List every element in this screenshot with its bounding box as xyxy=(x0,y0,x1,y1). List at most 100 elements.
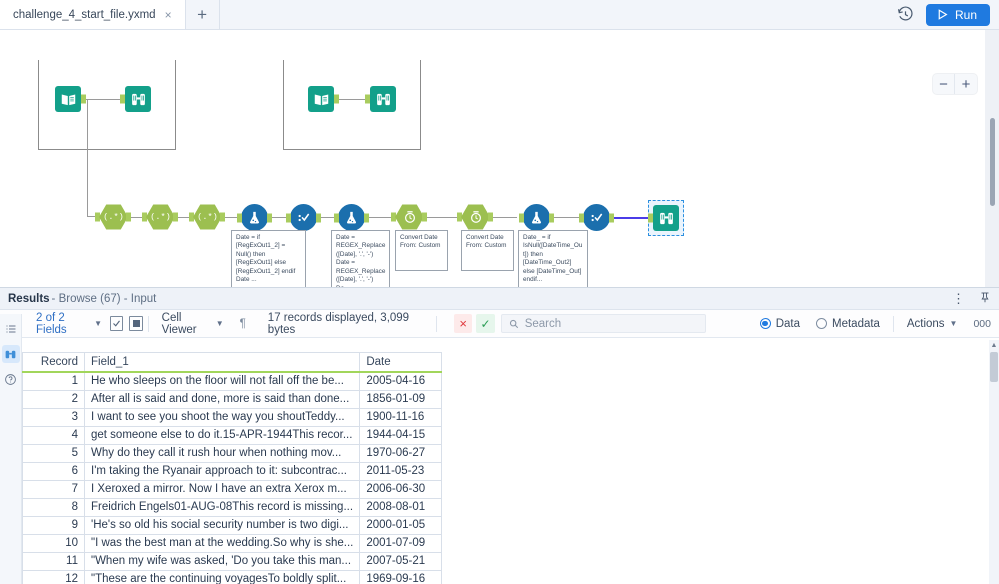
table-cell-date[interactable]: 1944-04-15 xyxy=(359,425,443,445)
tool-container-2[interactable] xyxy=(283,60,421,150)
table-row[interactable]: 2 After all is said and done, more is sai… xyxy=(22,389,443,409)
table-row[interactable]: 11 "When my wife was asked, 'Do you take … xyxy=(22,551,443,571)
table-cell-field-1[interactable]: He who sleeps on the floor will not fall… xyxy=(83,371,361,391)
run-button[interactable]: Run xyxy=(925,3,990,26)
scroll-up-arrow[interactable]: ▲ xyxy=(989,340,999,350)
input-port[interactable] xyxy=(519,213,524,222)
pin-icon[interactable] xyxy=(979,291,991,307)
table-cell-field-1[interactable]: Freidrich Engels01-AUG-08This record is … xyxy=(83,497,361,517)
tool-datetime-1[interactable] xyxy=(391,204,427,230)
table-cell-field-1[interactable]: Why do they call it rush hour when nothi… xyxy=(83,443,361,463)
clear-search-button[interactable]: × xyxy=(453,314,473,333)
column-header-record[interactable]: Record xyxy=(22,352,85,373)
table-cell-date[interactable]: 2000-01-05 xyxy=(359,515,443,535)
tool-regex-3[interactable]: (.*) xyxy=(189,204,225,230)
fields-selector[interactable]: 2 of 2 Fields ▼ xyxy=(28,312,110,336)
output-port[interactable] xyxy=(173,212,178,222)
zoom-in-button[interactable]: + xyxy=(955,74,977,94)
table-cell-field-1[interactable]: 'He's so old his social security number … xyxy=(83,515,361,535)
tab-challenge-file[interactable]: challenge_4_start_file.yxmd × xyxy=(0,0,186,29)
tool-browse-selected[interactable] xyxy=(648,205,679,231)
output-port[interactable] xyxy=(334,94,339,104)
column-header-field-1[interactable]: Field_1 xyxy=(83,352,361,373)
output-port[interactable] xyxy=(364,213,369,222)
table-cell-record[interactable]: 2 xyxy=(22,389,85,409)
history-icon[interactable] xyxy=(897,6,914,23)
new-tab-button[interactable]: + xyxy=(185,0,220,29)
column-header-date[interactable]: Date xyxy=(359,352,443,373)
zoom-out-button[interactable]: − xyxy=(933,74,955,94)
table-cell-field-1[interactable]: "When my wife was asked, 'Do you take th… xyxy=(83,551,361,571)
table-cell-record[interactable]: 10 xyxy=(22,533,85,553)
output-port[interactable] xyxy=(549,213,554,222)
deselect-all-fields-button[interactable] xyxy=(129,316,143,331)
search-input[interactable]: Search xyxy=(500,314,706,333)
tool-datetime-2[interactable] xyxy=(457,204,493,230)
actions-menu[interactable]: Actions ▼ xyxy=(899,318,966,330)
table-cell-date[interactable]: 2005-04-16 xyxy=(359,371,443,391)
input-port[interactable] xyxy=(648,213,653,223)
tool-formula-3[interactable] xyxy=(519,204,554,231)
table-row[interactable]: 5 Why do they call it rush hour when noth… xyxy=(22,443,443,463)
pilcrow-toggle[interactable]: ¶ xyxy=(232,318,254,330)
table-cell-field-1[interactable]: After all is said and done, more is said… xyxy=(83,389,361,409)
results-table-container[interactable]: Record Field_1 Date 1 He who sleeps on th… xyxy=(22,352,989,584)
input-port[interactable] xyxy=(286,213,291,222)
table-cell-record[interactable]: 11 xyxy=(22,551,85,571)
tool-select-2[interactable] xyxy=(579,204,614,231)
table-cell-date[interactable]: 2008-08-01 xyxy=(359,497,443,517)
output-port[interactable] xyxy=(267,213,272,222)
browse-icon[interactable] xyxy=(1,345,20,363)
input-port[interactable] xyxy=(579,213,584,222)
table-cell-record[interactable]: 4 xyxy=(22,425,85,445)
input-port[interactable] xyxy=(334,213,339,222)
tool-regex-1[interactable]: (.*) xyxy=(95,204,131,230)
table-row[interactable]: 4 get someone else to do it.15-APR-1944Th… xyxy=(22,425,443,445)
table-row[interactable]: 6 I'm taking the Ryanair approach to it: … xyxy=(22,461,443,481)
table-cell-record[interactable]: 1 xyxy=(22,371,85,391)
cell-viewer-selector[interactable]: Cell Viewer ▼ xyxy=(154,312,232,336)
results-vertical-scrollbar[interactable]: ▲ xyxy=(989,340,999,584)
table-cell-date[interactable]: 1969-09-16 xyxy=(359,569,443,584)
table-cell-field-1[interactable]: I'm taking the Ryanair approach to it: s… xyxy=(83,461,361,481)
table-cell-date[interactable]: 2006-06-30 xyxy=(359,479,443,499)
apply-search-button[interactable]: ✓ xyxy=(476,314,495,333)
select-all-fields-button[interactable] xyxy=(110,316,124,331)
tool-input-data-1[interactable] xyxy=(55,86,86,112)
table-cell-record[interactable]: 5 xyxy=(22,443,85,463)
table-row[interactable]: 3I want to see you shoot the way you sho… xyxy=(22,407,443,427)
table-row[interactable]: 12 "These are the continuing voyagesTo bo… xyxy=(22,569,443,584)
tool-browse-2[interactable] xyxy=(365,86,396,112)
output-port[interactable] xyxy=(220,212,225,222)
table-cell-record[interactable]: 8 xyxy=(22,497,85,517)
table-cell-field-1[interactable]: get someone else to do it.15-APR-1944Thi… xyxy=(83,425,361,445)
tab-close-icon[interactable]: × xyxy=(163,8,174,22)
tool-formula-1[interactable] xyxy=(237,204,272,231)
table-cell-date[interactable]: 1856-01-09 xyxy=(359,389,443,409)
table-cell-record[interactable]: 9 xyxy=(22,515,85,535)
table-cell-record[interactable]: 12 xyxy=(22,569,85,584)
table-row[interactable]: 1 He who sleeps on the floor will not fal… xyxy=(22,371,443,391)
canvas-vertical-scrollbar[interactable] xyxy=(989,36,996,281)
output-port[interactable] xyxy=(488,212,493,222)
metadata-radio-option[interactable]: Metadata xyxy=(808,318,888,330)
table-view-icon[interactable] xyxy=(2,320,20,338)
table-row[interactable]: 10 "I was the best man at the wedding.So … xyxy=(22,533,443,553)
tool-select-1[interactable] xyxy=(286,204,321,231)
input-port[interactable] xyxy=(120,94,125,104)
data-radio-option[interactable]: Data xyxy=(752,318,808,330)
table-cell-date[interactable]: 2001-07-09 xyxy=(359,533,443,553)
table-cell-date[interactable]: 1970-06-27 xyxy=(359,443,443,463)
input-port[interactable] xyxy=(237,213,242,222)
tool-input-data-2[interactable] xyxy=(308,86,339,112)
output-port[interactable] xyxy=(422,212,427,222)
table-cell-field-1[interactable]: I Xeroxed a mirror. Now I have an extra … xyxy=(83,479,361,499)
table-cell-record[interactable]: 3 xyxy=(22,407,85,427)
scroll-thumb[interactable] xyxy=(990,352,998,382)
workflow-canvas[interactable]: − + (.*) (.*) (.*) Date = if [RegExOut1_… xyxy=(0,30,999,288)
tool-browse-1[interactable] xyxy=(120,86,151,112)
tool-regex-2[interactable]: (.*) xyxy=(142,204,178,230)
table-row[interactable]: 8 Freidrich Engels01-AUG-08This record is… xyxy=(22,497,443,517)
table-row[interactable]: 7I Xeroxed a mirror. Now I have an extra… xyxy=(22,479,443,499)
table-row[interactable]: 9 'He's so old his social security number… xyxy=(22,515,443,535)
